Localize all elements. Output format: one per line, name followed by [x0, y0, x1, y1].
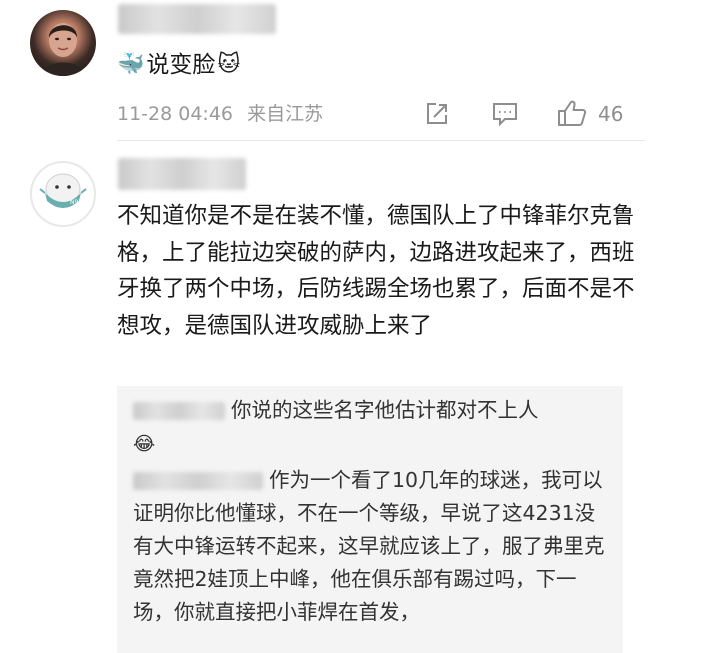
reply-box[interactable]: 你说的这些名字他估计都对不上人 😂 作为一个看了10几年的球迷，我可以证明你比他…: [117, 386, 623, 653]
user-avatar[interactable]: N95: [30, 161, 96, 227]
username-blurred[interactable]: [118, 4, 276, 34]
svg-text:N95: N95: [70, 199, 82, 206]
timestamp: 11-28 04:46: [117, 103, 234, 125]
comment-body: 不知道你是不是在装不懂，德国队上了中锋菲尔克鲁格，上了能拉边突破的萨内，边路进攻…: [117, 203, 635, 339]
laugh-cry-emoji-icon: 😂: [133, 433, 156, 455]
comment-text: 🐳 说变脸 🐱: [117, 48, 240, 82]
reply-item[interactable]: 作为一个看了10几年的球迷，我可以证明你比他懂球，不在一个等级，早说了这4231…: [133, 464, 611, 629]
whale-emoji-icon: 🐳: [117, 52, 145, 77]
share-icon[interactable]: [424, 101, 450, 127]
reply-username-blurred[interactable]: [133, 402, 225, 420]
reply-item[interactable]: 你说的这些名字他估计都对不上人 😂: [133, 394, 611, 461]
comment-body: 说变脸: [146, 52, 216, 78]
divider: [117, 140, 645, 141]
location: 来自江苏: [247, 103, 324, 125]
comment-meta: 11-28 04:46 来自江苏: [117, 100, 323, 128]
like-icon[interactable]: [557, 99, 587, 127]
reply-text: 作为一个看了10几年的球迷，我可以证明你比他懂球，不在一个等级，早说了这4231…: [133, 468, 605, 624]
username-blurred[interactable]: [118, 158, 246, 190]
user-avatar[interactable]: [30, 10, 96, 76]
comment-icon[interactable]: [491, 101, 519, 127]
cat-emoji-icon: 🐱: [217, 52, 241, 77]
reply-text: 你说的这些名字他估计都对不上人: [231, 398, 539, 422]
like-count: 46: [598, 102, 624, 126]
reply-username-blurred[interactable]: [133, 472, 263, 490]
